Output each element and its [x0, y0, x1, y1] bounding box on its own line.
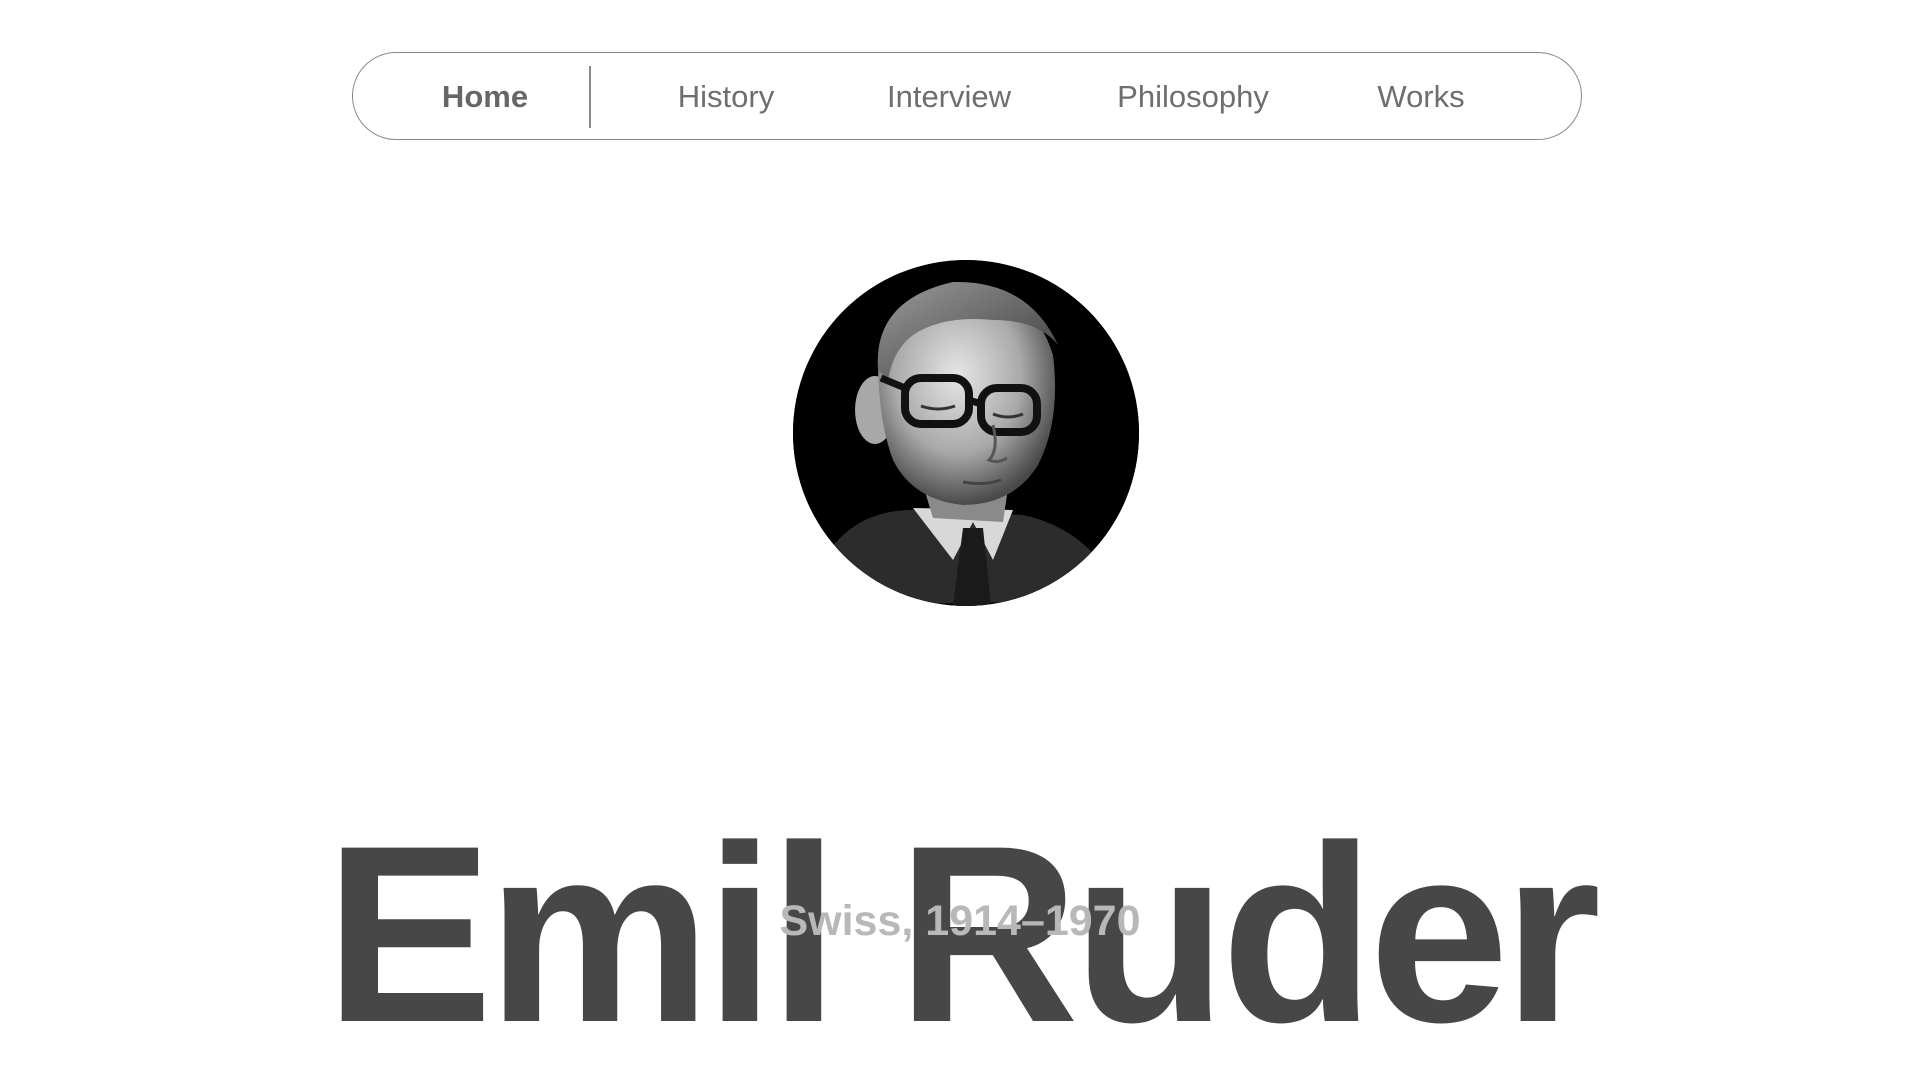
nav-works[interactable]: Works — [1377, 53, 1464, 141]
portrait-illustration — [793, 260, 1139, 606]
subtitle-dates: Swiss, 1914–1970 — [779, 897, 1141, 945]
nav-home[interactable]: Home — [442, 53, 528, 141]
nav-history[interactable]: History — [678, 53, 774, 141]
main-nav: Home History Interview Philosophy Works — [352, 52, 1582, 140]
portrait-photo — [793, 260, 1139, 606]
nav-philosophy[interactable]: Philosophy — [1117, 53, 1269, 141]
nav-interview[interactable]: Interview — [887, 53, 1011, 141]
nav-divider — [589, 66, 591, 128]
